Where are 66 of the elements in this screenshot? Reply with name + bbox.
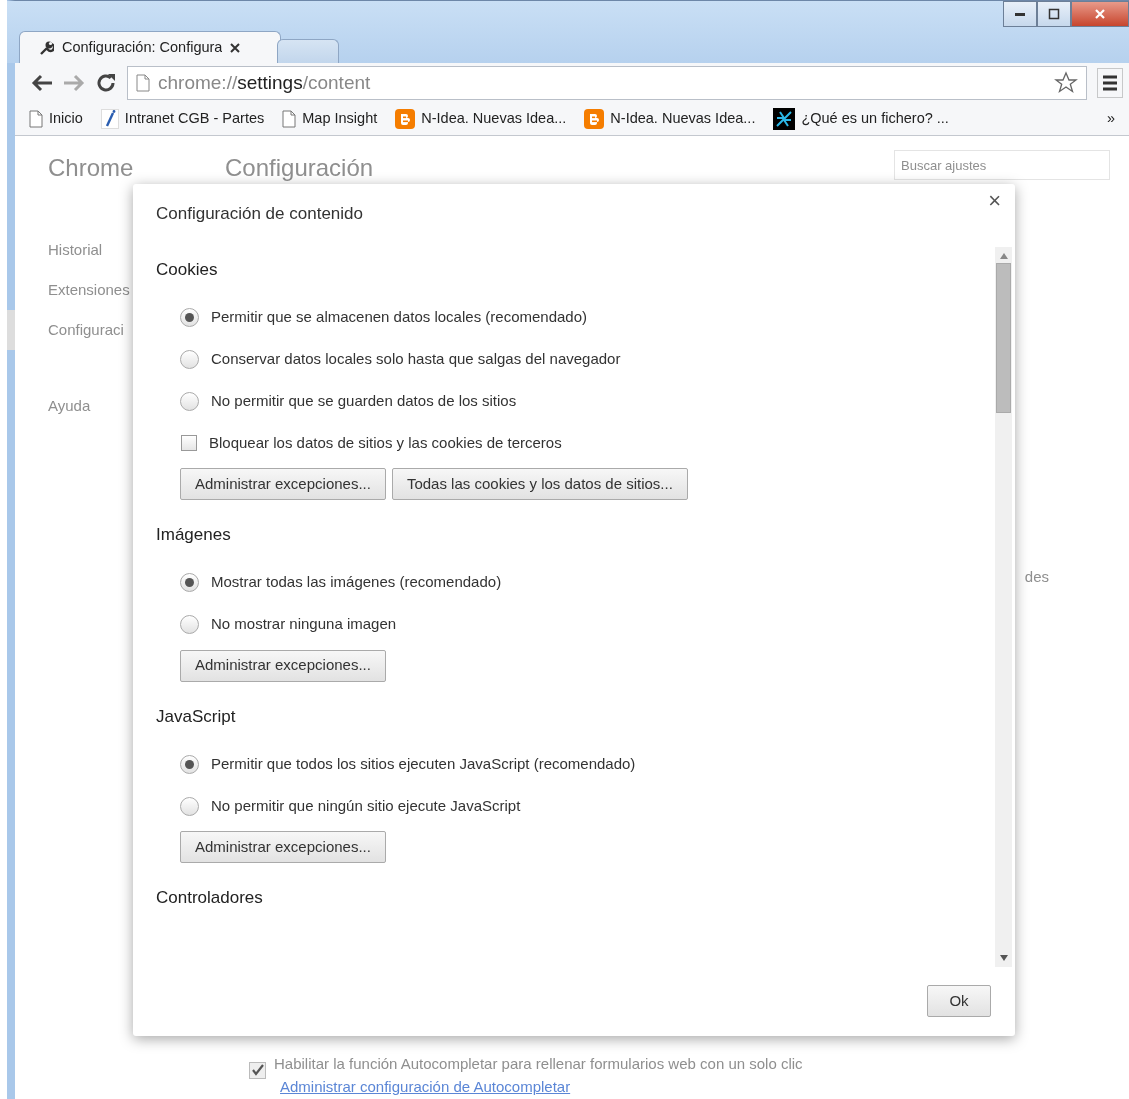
bookmark-item[interactable]: Intranet CGB - Partes: [100, 108, 265, 131]
page-icon: [282, 110, 297, 129]
page-icon: [29, 110, 43, 129]
checkbox[interactable]: [181, 435, 197, 451]
bookmark-item[interactable]: N-Idea. Nuevas Idea...: [584, 108, 756, 131]
close-icon[interactable]: [230, 42, 241, 53]
star-burst-logo-icon: [773, 108, 796, 131]
radio-button[interactable]: [180, 754, 199, 774]
radio-button[interactable]: [180, 573, 199, 592]
scroll-up-icon[interactable]: [999, 252, 1008, 259]
url-text: chrome://settings/content: [158, 71, 372, 96]
bookmark-item[interactable]: Map Insight: [282, 108, 378, 131]
option-label: Conservar datos locales solo hasta que salgas del navegador: [211, 348, 621, 369]
back-arrow-icon[interactable]: [31, 74, 53, 93]
section-heading: Imágenes: [156, 524, 232, 546]
radio-button[interactable]: [180, 391, 199, 411]
blogger-logo-icon: [584, 109, 605, 130]
page-icon: [136, 74, 150, 93]
radio-button[interactable]: [180, 615, 199, 634]
bookmark-item[interactable]: ¿Qué es un fichero? ...: [773, 108, 949, 131]
option-label: Bloquear los datos de sitios y las cookies de terceros: [209, 432, 562, 453]
radio-button[interactable]: [180, 796, 199, 816]
option-label: No permitir que ningún sitio ejecute JavaScript: [211, 795, 521, 816]
option-label: No mostrar ninguna imagen: [211, 614, 397, 635]
dialog-button[interactable]: Administrar excepciones...: [180, 468, 386, 500]
brand-title: Chrome: [47, 153, 135, 183]
option-label: No permitir que se guarden datos de los sitios: [211, 390, 517, 411]
italic-i-icon: [100, 109, 119, 130]
bookmark-item[interactable]: Inicio: [29, 108, 83, 131]
bookmarks-overflow-button[interactable]: »: [1106, 108, 1115, 131]
bookmark-item[interactable]: N-Idea. Nuevas Idea...: [395, 108, 567, 131]
address-bar[interactable]: chrome://settings/content: [127, 66, 1087, 101]
section-heading: Cookies: [156, 258, 219, 281]
minimize-icon: [1014, 12, 1026, 16]
radio-button[interactable]: [180, 349, 199, 369]
checkmark-icon: [251, 1064, 264, 1076]
close-icon: [1094, 8, 1106, 20]
ok-button[interactable]: Ok: [927, 985, 991, 1018]
partial-text: des: [1024, 567, 1049, 587]
scroll-down-icon[interactable]: [999, 954, 1008, 961]
wrench-icon: [38, 39, 54, 56]
section-heading: Controladores: [156, 887, 264, 909]
option-label: Mostrar todas las imágenes (recomendado): [211, 572, 502, 593]
dialog-title: Configuración de contenido: [156, 203, 363, 225]
maximize-icon: [1048, 8, 1060, 20]
autofill-checkbox[interactable]: [249, 1061, 266, 1079]
minimize-button[interactable]: [1003, 1, 1037, 27]
blogger-logo-icon: [395, 109, 416, 130]
option-label: Permitir que todos los sitios ejecuten JavaScript (recomendado): [211, 753, 636, 774]
dialog-button[interactable]: Todas las cookies y los datos de sitios...: [391, 468, 688, 500]
close-button[interactable]: ×: [984, 188, 1005, 214]
section-heading: JavaScript: [156, 705, 237, 728]
tab-title: Configuración: Configura: [62, 38, 223, 58]
scrollbar[interactable]: [995, 246, 1012, 967]
menu-icon[interactable]: [1097, 68, 1123, 99]
dialog-button[interactable]: Administrar excepciones...: [180, 831, 386, 863]
radio-button[interactable]: [180, 307, 199, 327]
dialog-button[interactable]: Administrar excepciones...: [180, 649, 386, 682]
page-title: Configuración: [225, 153, 375, 183]
browser-tab[interactable]: Configuración: Configura: [19, 31, 281, 64]
search-field[interactable]: Buscar ajustes: [894, 150, 1110, 180]
maximize-button[interactable]: [1037, 1, 1071, 27]
scrollbar-thumb[interactable]: [996, 262, 1011, 413]
autofill-settings-link[interactable]: Administrar configuración de Autocompletar: [280, 1078, 571, 1095]
close-window-button[interactable]: [1071, 1, 1129, 27]
autofill-label: Habilitar la función Autocompletar para rellenar formularios web con un solo clic: [274, 1053, 803, 1074]
